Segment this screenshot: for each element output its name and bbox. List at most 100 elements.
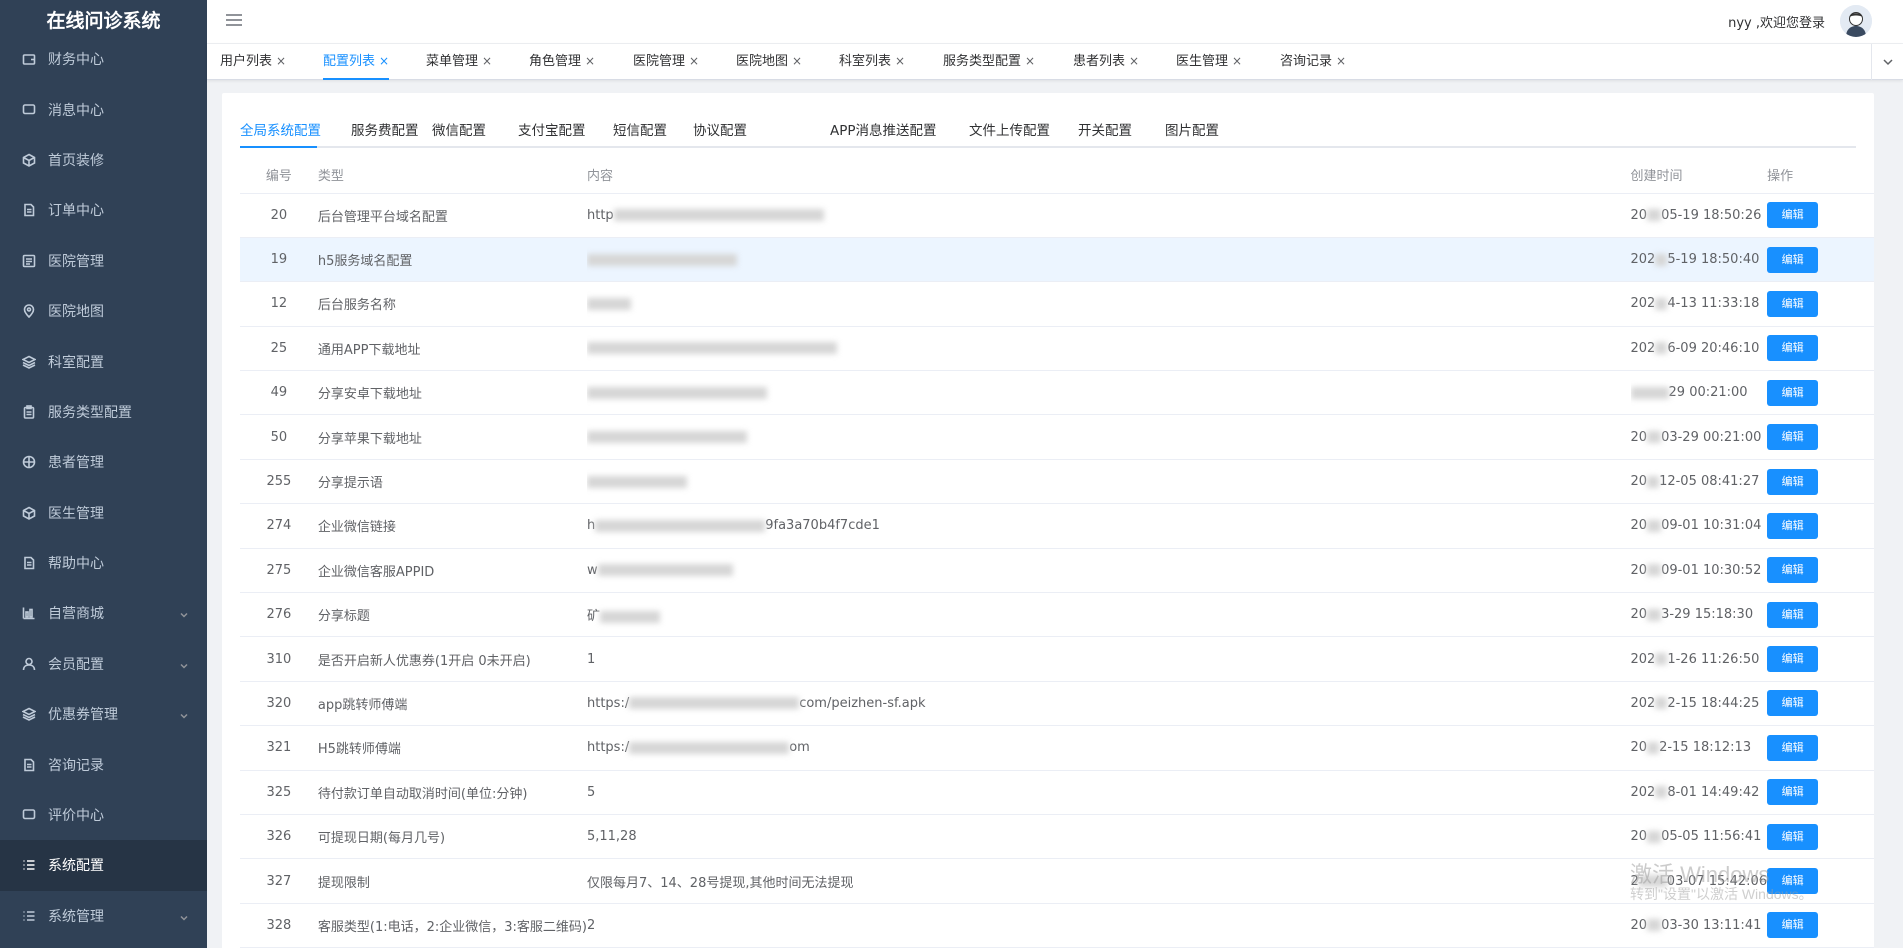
- sidebar-item[interactable]: 系统管理: [0, 891, 207, 941]
- sidebar-item[interactable]: 患者管理: [0, 437, 207, 487]
- tag-tab[interactable]: 患者列表 ×: [1073, 44, 1139, 80]
- tag-tab[interactable]: 配置列表 ×: [323, 44, 390, 80]
- table-row[interactable]: 325 待付款订单自动取消时间(单位:分钟) 5 202 8-01 14:49:42 编辑: [240, 770, 1874, 815]
- tag-tab[interactable]: 咨询记录 ×: [1280, 44, 1346, 80]
- table-row[interactable]: 50 分享苹果下载地址 20 03-29 00:21:00 编辑: [240, 414, 1874, 460]
- sidebar-item[interactable]: 优惠券管理: [0, 689, 207, 739]
- sidebar-item[interactable]: 订单中心: [0, 185, 207, 235]
- close-icon[interactable]: ×: [585, 54, 595, 68]
- cell-op: 编辑: [1767, 326, 1874, 372]
- sidebar-item[interactable]: 医生管理: [0, 488, 207, 538]
- subtab[interactable]: APP消息推送配置: [830, 119, 937, 139]
- sidebar-item[interactable]: 评价中心: [0, 790, 207, 840]
- edit-button[interactable]: 编辑: [1767, 468, 1819, 495]
- close-icon[interactable]: ×: [1025, 54, 1035, 68]
- close-icon[interactable]: ×: [482, 54, 492, 68]
- edit-button[interactable]: 编辑: [1767, 202, 1819, 229]
- tag-tab[interactable]: 角色管理 ×: [529, 44, 595, 80]
- sidebar-item[interactable]: 医院地图: [0, 286, 207, 336]
- sidebar-item[interactable]: 帮助中心: [0, 538, 207, 588]
- subtab[interactable]: 服务费配置: [351, 119, 419, 139]
- tag-tab[interactable]: 科室列表 ×: [839, 44, 905, 80]
- sidebar-item[interactable]: 科室配置: [0, 336, 207, 386]
- edit-button[interactable]: 编辑: [1767, 601, 1819, 628]
- close-icon[interactable]: ×: [1336, 54, 1346, 68]
- cell-id: 325: [240, 770, 318, 815]
- cell-op: 编辑: [1767, 281, 1874, 327]
- redacted-time: [1655, 697, 1668, 710]
- tag-tab[interactable]: 医院管理 ×: [633, 44, 699, 80]
- sidebar-item[interactable]: 服务类型配置: [0, 387, 207, 437]
- table-row[interactable]: 12 后台服务名称 202 4-13 11:33:18 编辑: [240, 281, 1874, 327]
- sidebar-item[interactable]: 自营商城: [0, 588, 207, 638]
- edit-button[interactable]: 编辑: [1767, 779, 1819, 806]
- table-row[interactable]: 20 后台管理平台域名配置 http 20 05-19 18:50:26 编辑: [240, 193, 1874, 238]
- edit-button[interactable]: 编辑: [1767, 335, 1819, 362]
- subtab[interactable]: 全局系统配置: [240, 119, 321, 139]
- edit-button[interactable]: 编辑: [1767, 290, 1819, 317]
- sidebar-item[interactable]: 首页装修: [0, 135, 207, 185]
- redacted-content: [586, 475, 687, 488]
- sidebar-item[interactable]: 医院管理: [0, 236, 207, 286]
- tag-label: 医院地图: [736, 54, 789, 69]
- tags-more-button[interactable]: [1871, 44, 1903, 80]
- table-row[interactable]: 25 通用APP下载地址 202 6-09 20:46:10 编辑: [240, 326, 1874, 372]
- header-op: 操作: [1767, 157, 1874, 194]
- table-row[interactable]: 320 app跳转师傅端 https:/com/peizhen-sf.apk 202 2…: [240, 681, 1874, 727]
- table-row[interactable]: 321 H5跳转师傅端 https:/ om 20 2-15 18:12:13 编辑: [240, 725, 1874, 771]
- hamburger-icon[interactable]: [226, 14, 242, 28]
- table-row[interactable]: 255 分享提示语 20 12-05 08:41:27 编辑: [240, 459, 1874, 505]
- sidebar-item[interactable]: 系统配置: [0, 840, 207, 891]
- subtab[interactable]: 图片配置: [1165, 119, 1219, 139]
- edit-button[interactable]: 编辑: [1767, 424, 1819, 451]
- subtab[interactable]: 协议配置: [693, 119, 747, 139]
- table-row[interactable]: 310 是否开启新人优惠券(1开启 0未开启) 1 202 1-26 11:26:50 编…: [240, 636, 1874, 682]
- table-row[interactable]: 326 可提现日期(每月几号) 5,11,28 20 05-05 11:56:41 编辑: [240, 814, 1874, 860]
- tag-tab[interactable]: 医院地图 ×: [736, 44, 802, 80]
- cell-id: 326: [240, 814, 318, 860]
- edit-button[interactable]: 编辑: [1767, 912, 1819, 939]
- subtab[interactable]: 支付宝配置: [518, 119, 586, 139]
- table-row[interactable]: 274 企业微信链接 h 9fa3a70b4f7cde1 20 09-01 10:31:0…: [240, 503, 1874, 549]
- sidebar-item[interactable]: 咨询记录: [0, 739, 207, 789]
- edit-button[interactable]: 编辑: [1767, 823, 1819, 850]
- sidebar-item[interactable]: 会员配置: [0, 639, 207, 689]
- content-text: 2: [586, 917, 596, 933]
- edit-button[interactable]: 编辑: [1767, 557, 1819, 584]
- avatar[interactable]: [1840, 5, 1872, 37]
- sidebar-item-label: 服务类型配置: [48, 404, 132, 421]
- tag-tab[interactable]: 服务类型配置 ×: [943, 44, 1035, 80]
- cell-type: 分享标题: [317, 592, 587, 638]
- close-icon[interactable]: ×: [689, 54, 699, 68]
- cell-op: 编辑: [1767, 814, 1874, 860]
- edit-button[interactable]: 编辑: [1767, 734, 1819, 761]
- table-row[interactable]: 327 提现限制 仅限每月7、14、28号提现,其他时间无法提现 2 03-07 15:…: [240, 858, 1874, 904]
- edit-button[interactable]: 编辑: [1767, 246, 1819, 273]
- content-text: w: [586, 562, 598, 578]
- cell-id: 275: [240, 548, 318, 594]
- edit-button[interactable]: 编辑: [1767, 646, 1819, 673]
- edit-button[interactable]: 编辑: [1767, 690, 1819, 717]
- table-row[interactable]: 276 分享标题矿 20 3-29 15:18:30 编辑: [240, 592, 1874, 638]
- table-row[interactable]: 275 企业微信客服APPID w 20 09-01 10:30:52 编辑: [240, 548, 1874, 594]
- edit-button[interactable]: 编辑: [1767, 379, 1819, 406]
- table-row[interactable]: 328 客服类型(1:电话，2:企业微信，3:客服二维码) 2 20 03-30 13:…: [240, 903, 1874, 948]
- close-icon[interactable]: ×: [276, 54, 286, 68]
- close-icon[interactable]: ×: [1232, 54, 1242, 68]
- tag-tab[interactable]: 医生管理 ×: [1176, 44, 1242, 80]
- subtab[interactable]: 开关配置: [1078, 119, 1132, 139]
- subtab[interactable]: 文件上传配置: [969, 119, 1050, 139]
- tag-tab[interactable]: 用户列表 ×: [220, 44, 286, 80]
- close-icon[interactable]: ×: [792, 54, 802, 68]
- close-icon[interactable]: ×: [379, 54, 389, 68]
- edit-button[interactable]: 编辑: [1767, 512, 1819, 539]
- subtab[interactable]: 短信配置: [613, 119, 667, 139]
- sidebar-item[interactable]: 财务中心: [0, 34, 207, 84]
- close-icon[interactable]: ×: [895, 54, 905, 68]
- sidebar-item[interactable]: 消息中心: [0, 84, 207, 134]
- table-row[interactable]: 19 h5服务域名配置 202 5-19 18:50:40 编辑: [240, 237, 1874, 283]
- subtab[interactable]: 微信配置: [432, 119, 486, 139]
- tag-tab[interactable]: 菜单管理 ×: [426, 44, 492, 80]
- table-row[interactable]: 49 分享安卓下载地址 29 00:21:00 编辑: [240, 370, 1874, 416]
- close-icon[interactable]: ×: [1129, 54, 1139, 68]
